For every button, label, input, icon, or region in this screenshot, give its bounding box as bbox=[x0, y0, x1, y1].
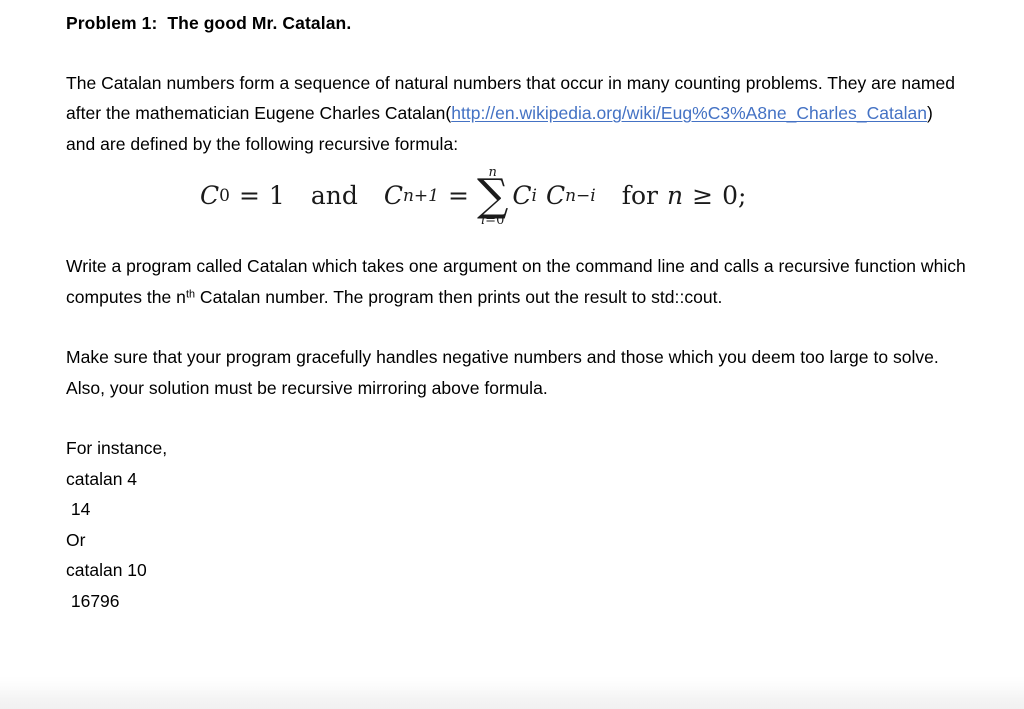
summation-lower-equals: = bbox=[485, 213, 497, 229]
document-content: Problem 1: The good Mr. Catalan. The Cat… bbox=[66, 11, 966, 616]
formula-condition-value: 0; bbox=[722, 181, 747, 211]
assignment-line-2b: Catalan number. The program then prints … bbox=[195, 286, 579, 307]
examples-intro: For instance, bbox=[66, 438, 168, 459]
formula-c0-symbol: C bbox=[200, 181, 220, 211]
ordinal-suffix: th bbox=[185, 288, 196, 301]
intro-line-1: The Catalan numbers form a sequence of n… bbox=[66, 72, 741, 93]
wikipedia-link[interactable]: http://en.wikipedia.org/wiki/Eug%C3%A8ne… bbox=[451, 103, 927, 123]
summation-lower-limit: i=0 bbox=[481, 214, 504, 227]
assignment-line-3: result to std::cout. bbox=[583, 286, 723, 307]
example-line: catalan 4 bbox=[66, 468, 138, 489]
formula-condition-operator: ≥ bbox=[692, 181, 714, 211]
assignment-paragraph: Write a program called Catalan which tak… bbox=[66, 251, 966, 312]
formula-term1-symbol: C bbox=[512, 181, 532, 211]
requirements-line-1: Make sure that your program gracefully h… bbox=[66, 347, 796, 368]
page-title: Problem 1: The good Mr. Catalan. bbox=[66, 13, 352, 33]
page-bottom-edge bbox=[0, 676, 1024, 709]
example-line: 16796 bbox=[66, 590, 120, 611]
formula-expression: C0 = 1 and Cn+1 = n ∑ i=0 Ci Cn−i for n … bbox=[200, 165, 747, 229]
formula-term2-symbol: C bbox=[545, 181, 566, 211]
formula-equals-1: = bbox=[238, 181, 260, 211]
example-line: catalan 10 bbox=[66, 560, 147, 581]
assignment-line-1: Write a program called Catalan which tak… bbox=[66, 256, 774, 277]
formula-condition-for: for bbox=[621, 181, 658, 211]
document-page: Problem 1: The good Mr. Catalan. The Cat… bbox=[0, 0, 1024, 709]
example-line: Or bbox=[66, 529, 86, 550]
sigma-icon: ∑ bbox=[476, 170, 509, 222]
summation-lower-value: 0 bbox=[496, 213, 505, 229]
formula-cn1-symbol: C bbox=[383, 181, 403, 211]
example-line: 14 bbox=[66, 499, 91, 520]
formula-equals-2: = bbox=[448, 181, 469, 211]
summation-operator: n ∑ i=0 bbox=[477, 166, 508, 227]
formula-condition-var: n bbox=[667, 181, 684, 211]
formula-and-word: and bbox=[310, 181, 358, 211]
requirements-paragraph: Make sure that your program gracefully h… bbox=[66, 342, 966, 403]
intro-paragraph: The Catalan numbers form a sequence of n… bbox=[66, 68, 966, 160]
intro-line-4: following recursive formula: bbox=[245, 133, 459, 154]
formula-c0-value: 1 bbox=[268, 181, 285, 211]
catalan-recurrence-formula: C0 = 1 and Cn+1 = n ∑ i=0 Ci Cn−i for n … bbox=[66, 159, 966, 251]
